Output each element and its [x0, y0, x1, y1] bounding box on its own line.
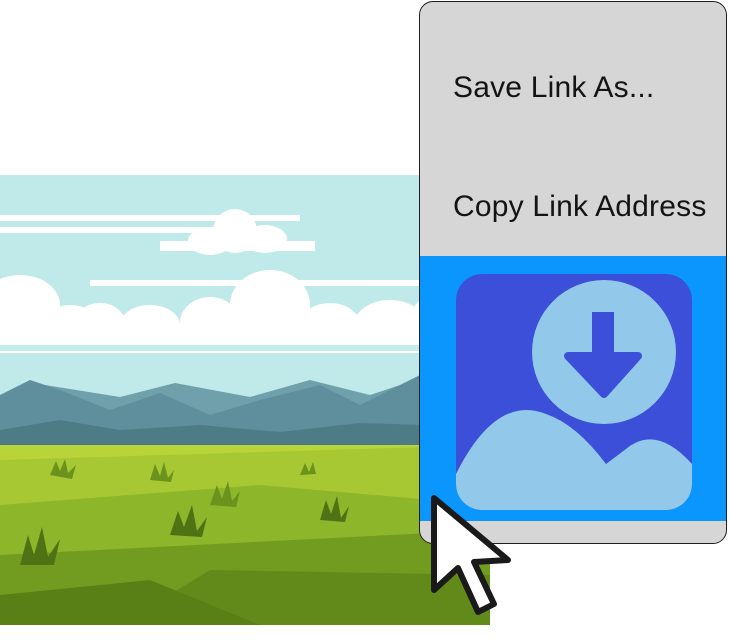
landscape-image[interactable] [0, 175, 490, 625]
menu-item-label: Copy Link Address [453, 190, 707, 223]
menu-item-copy-link-address[interactable]: Copy Link Address [420, 147, 726, 267]
mouse-pointer-arrow-icon [431, 495, 511, 615]
menu-item-label: Save Link As... [453, 71, 655, 104]
menu-item-save-image[interactable] [420, 256, 726, 521]
context-menu: Save Link As... Copy Link Address [419, 1, 727, 544]
menu-item-save-link-as[interactable]: Save Link As... [420, 28, 726, 148]
landscape-illustration-icon [0, 175, 490, 625]
save-image-download-icon [456, 274, 692, 510]
